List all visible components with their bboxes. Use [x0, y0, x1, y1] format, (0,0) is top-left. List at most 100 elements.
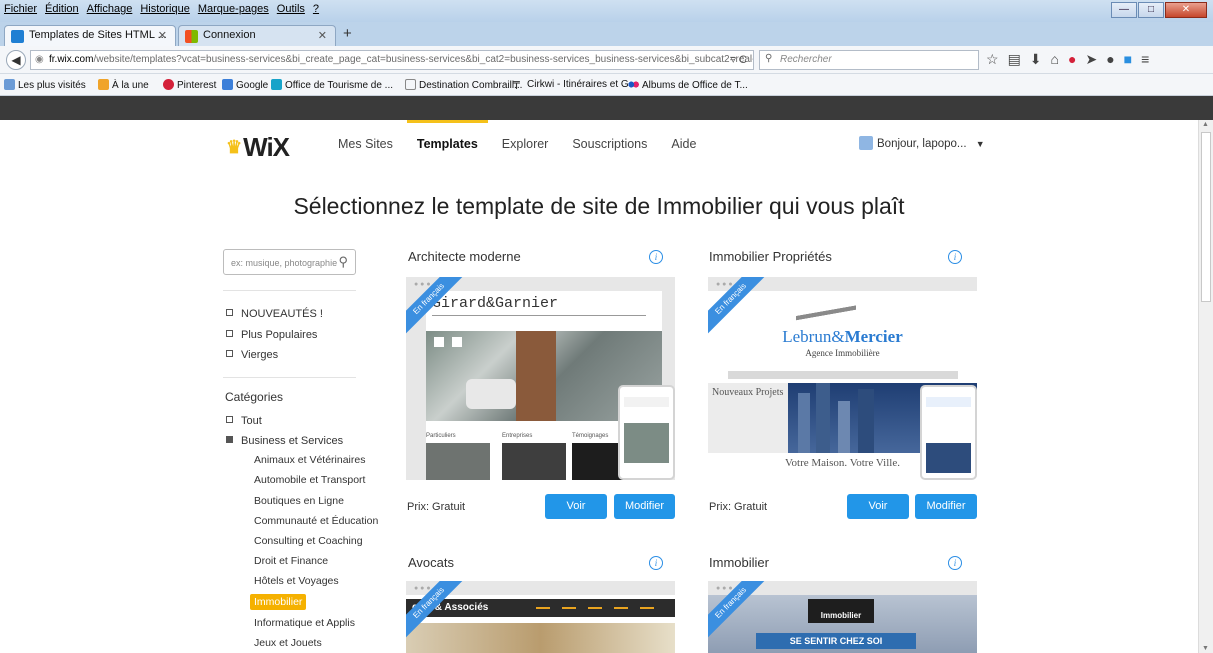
bookmark-label: Office de Tourisme de ... — [285, 80, 394, 91]
subcategory-hotels[interactable]: Hôtels et Voyages — [254, 575, 339, 587]
google-icon — [222, 79, 233, 90]
template-thumbnail[interactable]: ● ● ● Lebrun&Mercier Agence Immobilière … — [708, 277, 977, 480]
close-window-button[interactable]: ✕ — [1165, 2, 1207, 18]
page-title: Sélectionnez le template de site de Immo… — [293, 193, 905, 219]
scroll-up-icon[interactable]: ▲ — [1202, 121, 1209, 128]
bookmark-google[interactable]: Google — [222, 79, 268, 91]
template-title: Architecte moderne — [408, 249, 521, 264]
tab-templates[interactable]: Templates de Sites HTML ... ✕ — [4, 25, 176, 46]
info-icon[interactable]: i — [649, 556, 663, 570]
menu-marque-pages[interactable]: Marque-pages — [198, 3, 269, 15]
flickr-icon — [628, 79, 639, 90]
checkbox-icon — [226, 309, 233, 316]
bookmark-office-tourisme[interactable]: Office de Tourisme de ... — [271, 79, 393, 91]
info-icon[interactable]: i — [948, 556, 962, 570]
nav-templates[interactable]: Templates — [406, 120, 488, 151]
subcategory-droit[interactable]: Droit et Finance — [254, 555, 328, 567]
bookmark-label: À la une — [112, 80, 149, 91]
hamburger-menu-icon[interactable]: ≡ — [1141, 51, 1149, 68]
subcategory-jeux[interactable]: Jeux et Jouets — [254, 637, 322, 649]
logo-text: WiX — [243, 132, 290, 162]
tab-connexion[interactable]: Connexion ✕ — [178, 25, 336, 46]
subcategory-consulting[interactable]: Consulting et Coaching — [254, 535, 363, 547]
wix-logo[interactable]: ♛WiX — [226, 132, 290, 163]
send-icon[interactable]: ➤ — [1085, 51, 1097, 68]
info-icon[interactable]: i — [649, 250, 663, 264]
new-tab-button[interactable]: + — [343, 25, 352, 42]
skype-icon[interactable]: ■ — [1124, 51, 1132, 68]
view-button[interactable]: Voir — [847, 494, 909, 519]
page-scrollbar[interactable]: ▲ ▼ — [1198, 120, 1213, 653]
template-thumbnail[interactable]: ● ● ● Girard&Garnier Particuliers Entrep… — [406, 277, 675, 480]
bookmark-albums[interactable]: Albums de Office de T... — [628, 79, 748, 91]
search-placeholder: Rechercher — [780, 54, 832, 65]
filter-nouveautes[interactable]: NOUVEAUTÉS ! — [226, 308, 323, 320]
nav-souscriptions[interactable]: Souscriptions — [572, 137, 647, 151]
maximize-button[interactable]: □ — [1138, 2, 1164, 18]
menu-historique[interactable]: Historique — [140, 3, 190, 15]
menu-outils[interactable]: Outils — [277, 3, 305, 15]
reading-list-icon[interactable]: ▤ — [1008, 51, 1021, 68]
filter-populaires[interactable]: Plus Populaires — [226, 329, 317, 341]
subcategory-animaux[interactable]: Animaux et Vétérinaires — [254, 454, 365, 466]
minimize-button[interactable]: — — [1111, 2, 1137, 18]
category-label: Tout — [241, 415, 262, 427]
site-info-icon[interactable]: ◉ — [35, 54, 44, 65]
menu-fichier[interactable]: Fichier — [4, 3, 37, 15]
tourism-icon — [271, 79, 282, 90]
bookmark-cirkwi[interactable]: ₸ Cirkwi - Itinéraires et G... — [513, 79, 637, 92]
template-title: Avocats — [408, 555, 455, 570]
bookmark-destination[interactable]: Destination Combraill... — [405, 79, 522, 91]
subcategory-immobilier[interactable]: Immobilier — [250, 594, 307, 610]
preview-banner: SE SENTIR CHEZ SOI — [756, 633, 916, 649]
scrollbar-thumb[interactable] — [1201, 132, 1211, 302]
user-menu[interactable]: Bonjour, lapopo... ▼ — [859, 136, 985, 150]
toolbar-icons: ☆ ▤ ⬇ ⌂ ● ➤ ● ■ ≡ — [986, 51, 1149, 68]
preview-hero-image — [406, 623, 675, 653]
menu-affichage[interactable]: Affichage — [87, 3, 133, 15]
mobile-image — [624, 423, 669, 463]
template-thumbnail[interactable]: ● ● ● Immobilier SE SENTIR CHEZ SOI En f… — [708, 581, 977, 653]
search-icon[interactable]: ⚲ — [338, 254, 348, 270]
scroll-down-icon[interactable]: ▼ — [1202, 645, 1209, 652]
preview-page: cats & Associés — [406, 595, 675, 653]
chat-icon[interactable]: ● — [1106, 51, 1114, 68]
pinterest-icon[interactable]: ● — [1068, 51, 1076, 68]
search-placeholder: ex: musique, photographie — [231, 258, 338, 268]
bookmark-star-icon[interactable]: ☆ — [986, 51, 999, 68]
close-tab-icon[interactable]: ✕ — [158, 29, 167, 42]
template-thumbnail[interactable]: ● ● ● cats & Associés En français — [406, 581, 675, 653]
edit-button[interactable]: Modifier — [614, 494, 675, 519]
nav-mes-sites[interactable]: Mes Sites — [338, 137, 393, 151]
menu-edition[interactable]: Édition — [45, 3, 79, 15]
info-icon[interactable]: i — [948, 250, 962, 264]
nav-explorer[interactable]: Explorer — [502, 137, 549, 151]
nav-aide[interactable]: Aide — [671, 137, 696, 151]
reload-icon[interactable]: ▿ C — [730, 53, 747, 66]
subcategory-boutiques[interactable]: Boutiques en Ligne — [254, 495, 344, 507]
bookmark-most-visited[interactable]: Les plus visités — [4, 79, 86, 91]
edit-button[interactable]: Modifier — [915, 494, 977, 519]
preview-frame — [434, 337, 444, 347]
close-tab-icon[interactable]: ✕ — [318, 29, 327, 42]
template-search-input[interactable]: ex: musique, photographie ⚲ — [223, 249, 356, 275]
bookmark-pinterest[interactable]: Pinterest — [163, 79, 216, 91]
preview-brand-part: Lebrun& — [782, 327, 845, 346]
home-icon[interactable]: ⌂ — [1051, 51, 1059, 68]
subcategory-automobile[interactable]: Automobile et Transport — [254, 474, 365, 486]
browser-search-input[interactable]: ⚲ Rechercher — [759, 50, 979, 70]
checkbox-icon — [226, 416, 233, 423]
category-tout[interactable]: Tout — [226, 415, 262, 427]
menu-aide[interactable]: ? — [313, 3, 319, 15]
preview-tower — [858, 389, 874, 453]
view-button[interactable]: Voir — [545, 494, 607, 519]
subcategory-communaute[interactable]: Communauté et Éducation — [254, 515, 378, 527]
bookmark-a-la-une[interactable]: À la une — [98, 79, 149, 91]
filter-vierges[interactable]: Vierges — [226, 349, 278, 361]
download-icon[interactable]: ⬇ — [1030, 51, 1042, 68]
page-icon — [405, 79, 416, 90]
address-bar[interactable]: ◉ fr.wix.com/website/templates?vcat=busi… — [30, 50, 754, 70]
category-business[interactable]: Business et Services — [226, 435, 343, 447]
back-button[interactable]: ◀ — [6, 50, 26, 70]
subcategory-informatique[interactable]: Informatique et Applis — [254, 617, 355, 629]
